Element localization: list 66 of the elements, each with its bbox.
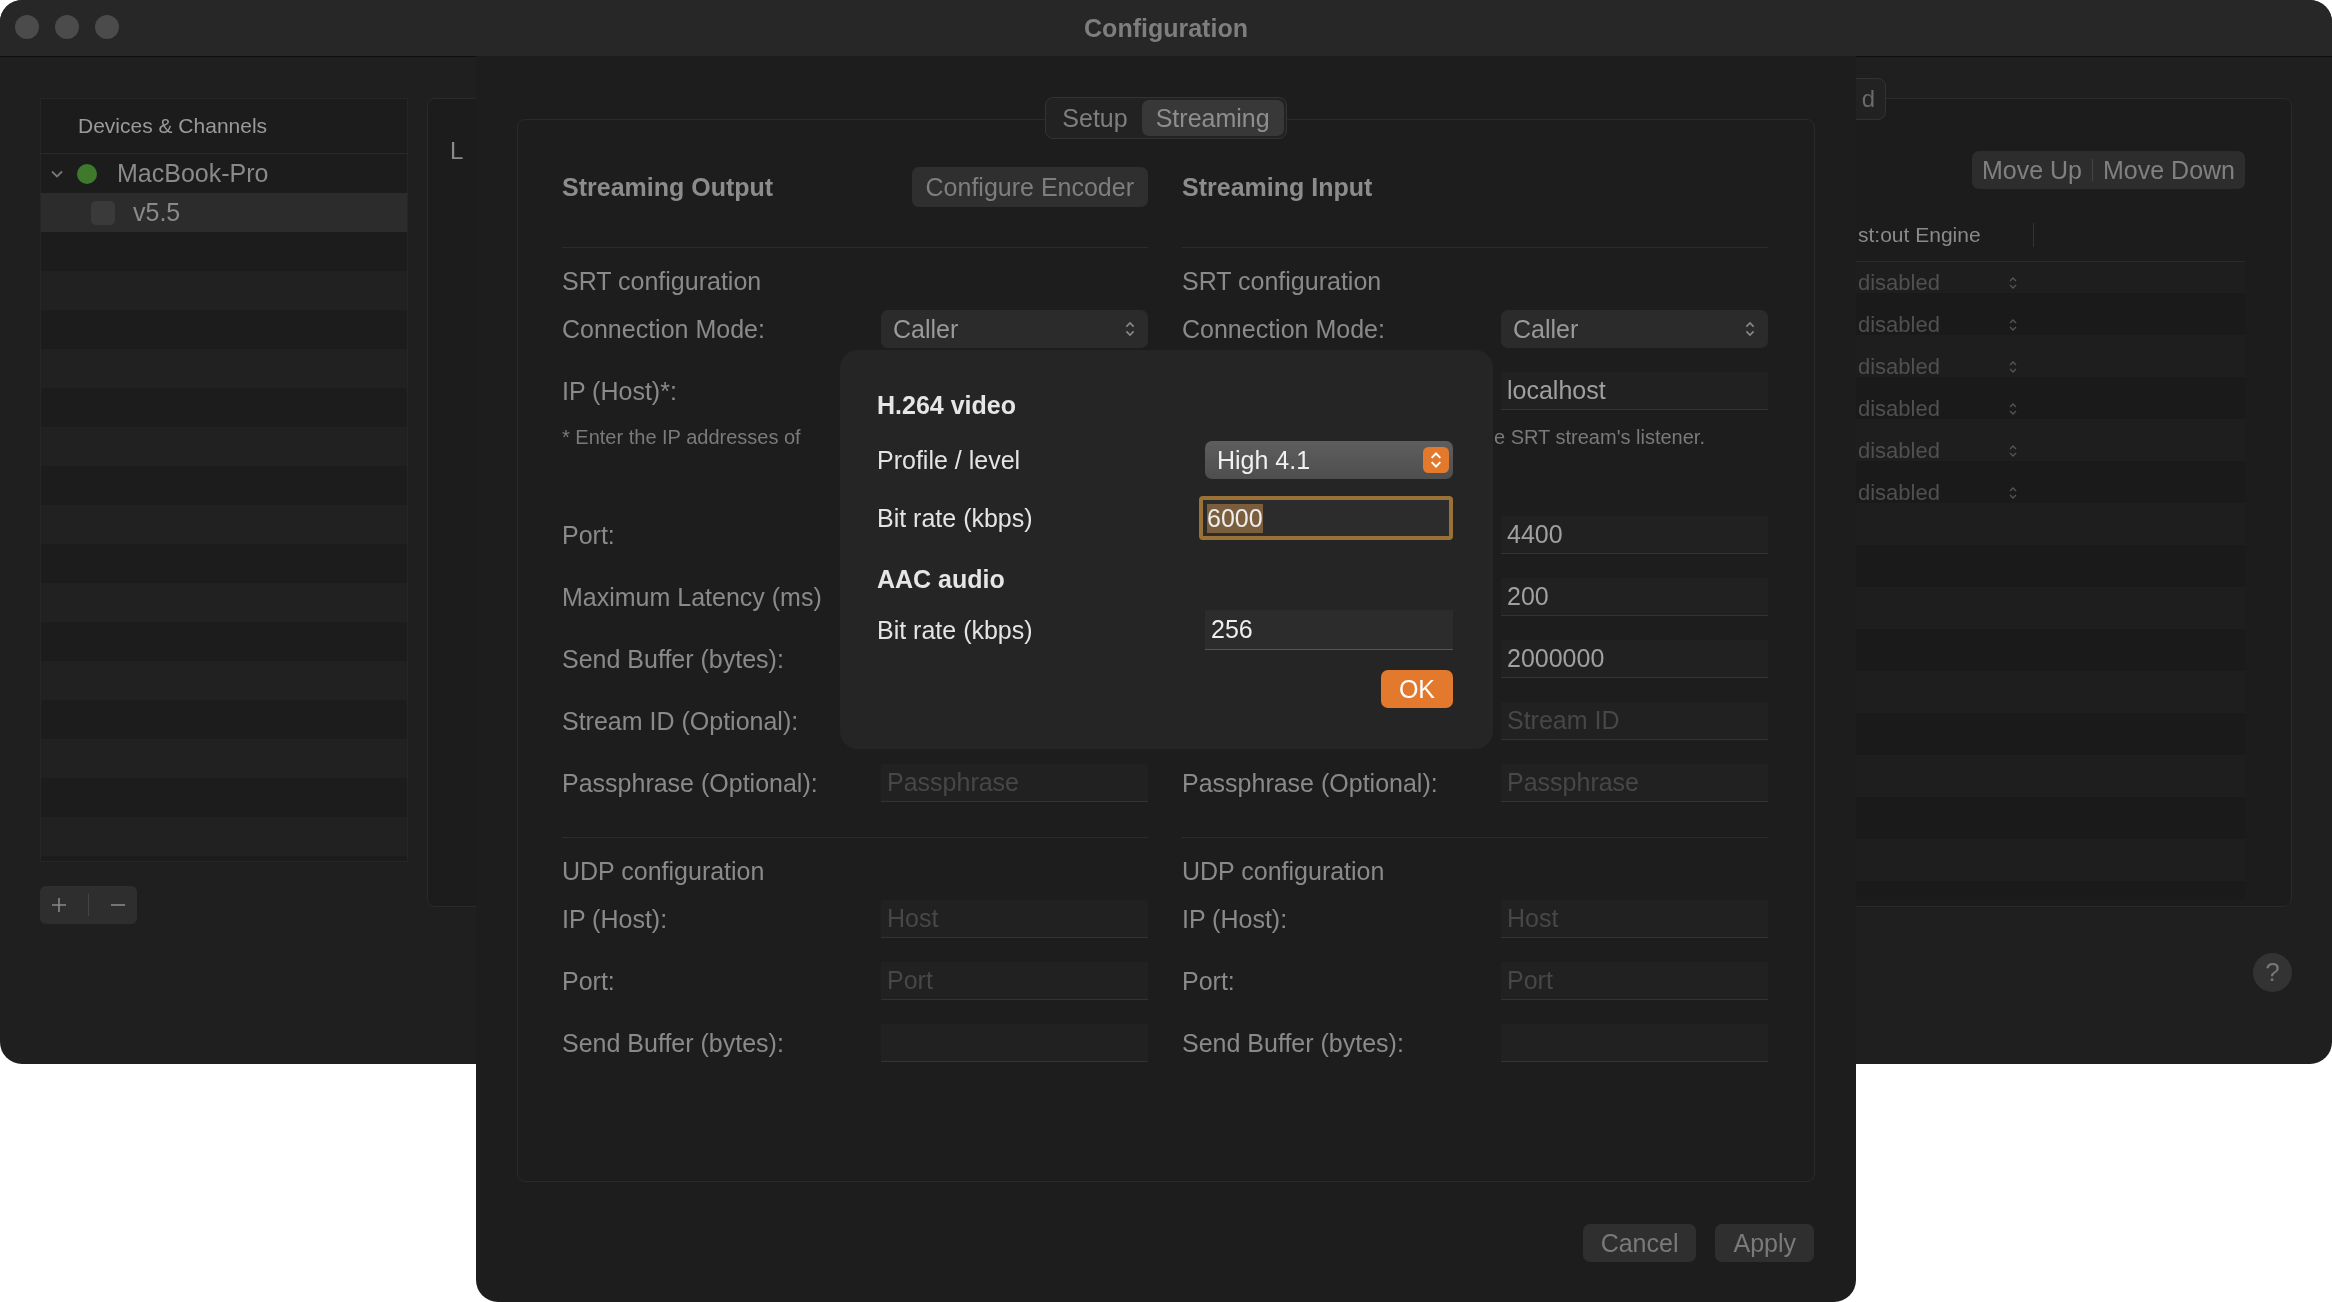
field-label: Send Buffer (bytes): — [1182, 1028, 1404, 1057]
subsection-title: UDP configuration — [562, 856, 766, 887]
input-field[interactable]: 4400 — [1501, 516, 1768, 554]
help-button[interactable]: ? — [2253, 953, 2292, 992]
mode-select[interactable]: Caller — [881, 310, 1148, 348]
configure-encoder-button[interactable]: Configure Encoder — [911, 167, 1148, 207]
tab[interactable]: Setup — [1048, 100, 1142, 136]
stepper-icon — [1744, 319, 1756, 339]
tab[interactable]: d — [1854, 78, 1886, 120]
field-label: Bit rate (kbps) — [877, 503, 1033, 533]
subsection-title: UDP configuration — [1182, 856, 1386, 887]
stepper-icon — [1423, 447, 1449, 473]
hint-text: e SRT stream's listener. — [1494, 426, 1705, 448]
field-label: Port: — [1182, 966, 1235, 995]
stepper-icon — [2008, 443, 2018, 459]
field-label: Port: — [562, 520, 615, 549]
channel-row[interactable]: v5.5 — [41, 193, 407, 232]
stepper-icon — [1124, 319, 1136, 339]
input-field[interactable]: 200 — [1501, 578, 1768, 616]
mode-select[interactable]: Caller — [1501, 310, 1768, 348]
input-field[interactable]: 256 — [1205, 610, 1453, 650]
minimize-button[interactable] — [55, 15, 79, 39]
stepper-icon — [2008, 485, 2018, 501]
field-label: Connection Mode: — [562, 314, 765, 343]
section-title: AAC audio — [877, 564, 1006, 595]
subsection-title: SRT configuration — [562, 266, 763, 297]
section-title: Streaming Output — [562, 172, 774, 202]
stepper-icon — [2008, 275, 2018, 291]
field-label: IP (Host): — [562, 904, 668, 933]
field-label: Send Buffer (bytes): — [562, 644, 784, 673]
column-header: Devices & Channels — [78, 114, 268, 138]
tab[interactable]: Streaming — [1141, 100, 1284, 136]
dialog-button[interactable]: Apply — [1715, 1224, 1814, 1262]
field-label: Profile / level — [877, 445, 1021, 475]
device-row[interactable]: MacBook-Pro — [41, 154, 407, 193]
field-label: Send Buffer (bytes): — [562, 1028, 784, 1057]
subsection-title: SRT configuration — [1182, 266, 1383, 297]
move-button[interactable]: Move Down — [2093, 155, 2245, 185]
field-label: Passphrase (Optional): — [562, 768, 818, 797]
field-label: Stream ID (Optional): — [562, 706, 799, 735]
field-label: Bit rate (kbps) — [877, 615, 1033, 645]
panel-label: L — [450, 137, 464, 165]
ok-button[interactable]: OK — [1380, 670, 1453, 708]
stepper-icon — [2008, 317, 2018, 333]
input-field[interactable]: 6000 — [1199, 496, 1453, 540]
section-title: H.264 video — [877, 390, 1017, 421]
input-field[interactable]: localhost — [1501, 372, 1768, 410]
channel-name: v5.5 — [133, 198, 181, 227]
field-label: IP (Host)*: — [562, 376, 677, 405]
hint-text: * Enter the IP addresses of — [562, 426, 801, 448]
field-label: IP (Host): — [1182, 904, 1288, 933]
input-field[interactable]: 2000000 — [1501, 640, 1768, 678]
field-label: Connection Mode: — [1182, 314, 1385, 343]
stepper-icon — [2008, 401, 2018, 417]
zoom-button[interactable] — [95, 15, 119, 39]
dialog-button[interactable]: Cancel — [1582, 1224, 1697, 1262]
field-label: Port: — [562, 966, 615, 995]
device-name: MacBook-Pro — [117, 159, 269, 188]
move-button[interactable]: Move Up — [1971, 155, 2092, 185]
section-title: Streaming Input — [1182, 172, 1373, 202]
stepper-icon — [2008, 359, 2018, 375]
window-title: Configuration — [1084, 13, 1248, 43]
field-label: Passphrase (Optional): — [1182, 768, 1438, 797]
field-label: Maximum Latency (ms) — [562, 582, 822, 611]
close-button[interactable] — [15, 15, 39, 39]
profile-select[interactable]: High 4.1 — [1205, 441, 1453, 479]
